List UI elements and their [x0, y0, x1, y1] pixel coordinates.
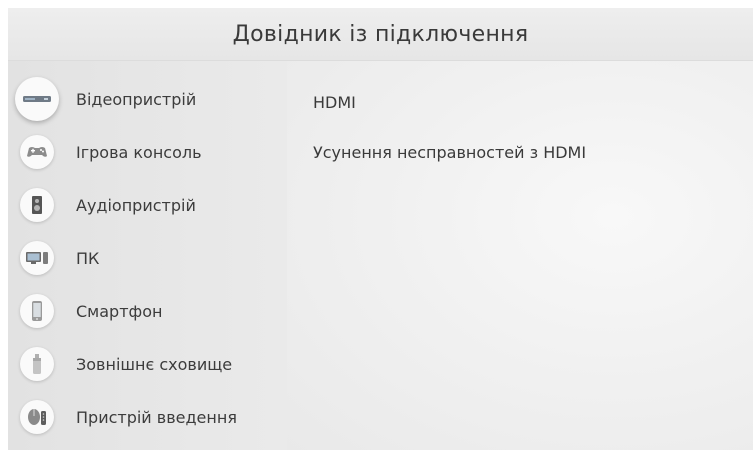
sidebar-item-label: Зовнішнє сховище — [76, 354, 233, 374]
sidebar-item-pc[interactable]: ПК — [20, 234, 282, 282]
sidebar-item-label: Пристрій введення — [76, 407, 237, 427]
sidebar-item-video-device[interactable]: Відеопристрій — [15, 75, 282, 123]
sidebar: Відеопристрій Ігрова консоль Аудіопристр… — [8, 61, 287, 450]
game-console-icon — [20, 135, 54, 169]
sidebar-item-game-console[interactable]: Ігрова консоль — [20, 128, 282, 176]
sidebar-item-label: ПК — [76, 248, 100, 268]
sidebar-item-audio-device[interactable]: Аудіопристрій — [20, 181, 282, 229]
audio-device-icon — [20, 188, 54, 222]
sidebar-item-smartphone[interactable]: Смартфон — [20, 287, 282, 335]
menu-item-hdmi-troubleshooting[interactable]: Усунення несправностей з HDMI — [313, 143, 586, 162]
sidebar-item-label: Ігрова консоль — [76, 142, 202, 162]
smartphone-icon — [20, 294, 54, 328]
page-title: Довідник із підключення — [232, 21, 529, 47]
external-storage-icon — [20, 347, 54, 381]
sidebar-item-label: Смартфон — [76, 301, 163, 321]
input-device-icon — [20, 400, 54, 434]
sidebar-item-label: Аудіопристрій — [76, 195, 196, 215]
video-device-icon — [15, 77, 59, 121]
sidebar-item-external-storage[interactable]: Зовнішнє сховище — [20, 340, 282, 388]
menu-item-hdmi[interactable]: HDMI — [313, 93, 356, 112]
sidebar-item-label: Відеопристрій — [76, 89, 197, 109]
connection-guide-screen: Довідник із підключення Відеопристрій Іг… — [8, 8, 753, 450]
header-bar: Довідник із підключення — [8, 8, 753, 61]
pc-icon — [20, 241, 54, 275]
content-panel: HDMI Усунення несправностей з HDMI — [287, 61, 753, 450]
sidebar-item-input-device[interactable]: Пристрій введення — [20, 393, 282, 441]
